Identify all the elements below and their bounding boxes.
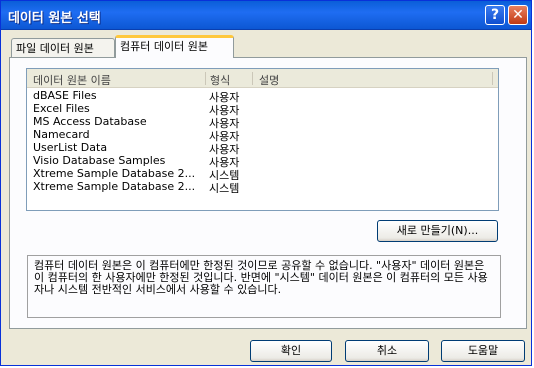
column-divider[interactable] <box>492 72 493 85</box>
column-header-name[interactable]: 데이터 원본 이름 <box>33 72 111 88</box>
help-icon[interactable]: ? <box>485 5 505 25</box>
list-item-name: MS Access Database <box>33 115 147 128</box>
list-item-name: Excel Files <box>33 102 90 115</box>
data-source-list[interactable]: 데이터 원본 이름 형식 설명 dBASE Files 사용자 Excel Fil… <box>26 68 499 211</box>
list-item-name: UserList Data <box>33 141 108 154</box>
column-header-description[interactable]: 설명 <box>259 72 279 88</box>
list-item-name: Namecard <box>33 128 90 141</box>
list-item-type: 시스템 <box>209 182 240 195</box>
list-item-name: dBASE Files <box>33 89 97 102</box>
window-title: 데이터 원본 선택 <box>8 11 101 26</box>
tab-machine-data-source[interactable]: 컴퓨터 데이터 원본 <box>115 35 234 58</box>
cancel-button[interactable]: 취소 <box>345 340 429 362</box>
ok-button[interactable]: 확인 <box>250 340 332 362</box>
tab-file-data-source[interactable]: 파일 데이터 원본 <box>11 38 115 58</box>
dialog-window: 데이터 원본 선택 ? ✕ 파일 데이터 원본 컴퓨터 데이터 원본 데이터 원… <box>0 0 532 366</box>
list-item-name: Xtreme Sample Database 2... <box>33 180 196 193</box>
help-button[interactable]: 도움말 <box>441 340 525 362</box>
column-header-type[interactable]: 형식 <box>210 72 230 88</box>
title-bar[interactable]: 데이터 원본 선택 ? ✕ <box>1 1 531 30</box>
list-header: 데이터 원본 이름 형식 설명 <box>27 69 498 88</box>
list-item-name: Xtreme Sample Database 2... <box>33 167 196 180</box>
close-icon[interactable]: ✕ <box>508 5 528 25</box>
description-text: 컴퓨터 데이터 원본은 이 컴퓨터에만 한정된 것이므로 공유할 수 없습니다.… <box>27 255 501 318</box>
column-divider[interactable] <box>252 72 253 85</box>
list-item-name: Visio Database Samples <box>33 154 166 167</box>
column-divider[interactable] <box>205 72 206 85</box>
new-data-source-button[interactable]: 새로 만들기(N)... <box>377 220 498 242</box>
